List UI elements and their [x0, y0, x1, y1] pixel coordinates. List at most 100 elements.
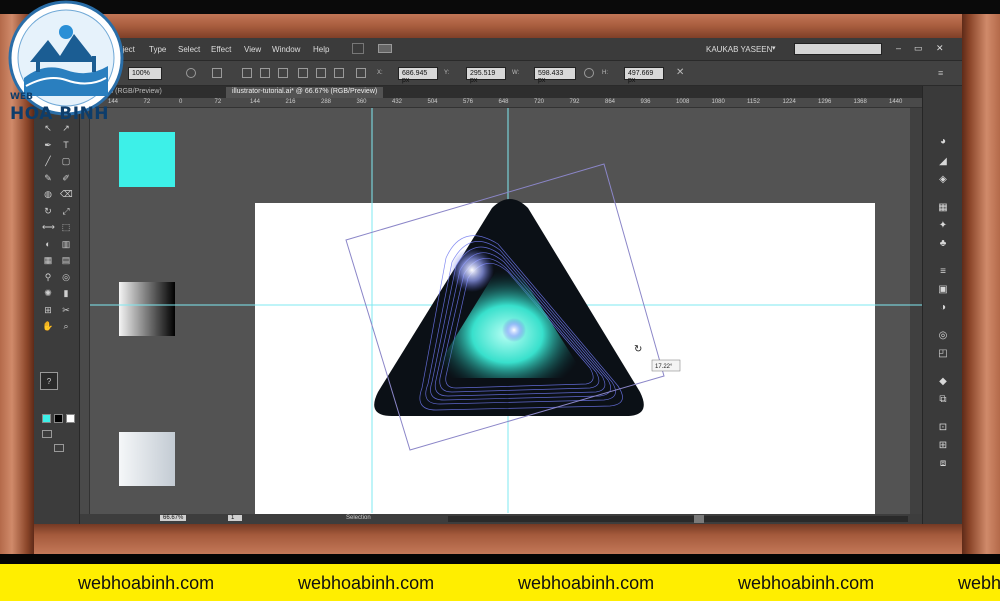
tools-panel: ↖ ↗ ✒ T ╱ ▢ ✎ ✐ ◍ ⌫ ↻ ⤢ ⟷ ⬚ ◐ ▥ ▦ ▤ ⚲ ◎ ✺ ▮ ⊞ ✂ ✋ ⌕? [34, 98, 80, 524]
menu-help[interactable]: Help [313, 45, 329, 54]
color-guide-icon[interactable]: ◢ [937, 156, 949, 168]
menu-select[interactable]: Select [178, 45, 200, 54]
fill-stroke-icon[interactable]: ? [40, 372, 58, 390]
eyedropper-icon[interactable]: ⚲ [42, 271, 54, 283]
ruler-tick-label: 360 [356, 99, 367, 105]
ruler-tick-label: 1440 [889, 99, 903, 105]
vertical-scrollbar[interactable] [910, 108, 922, 514]
minimize-button[interactable]: – [896, 43, 901, 53]
align-middle-icon[interactable] [316, 68, 326, 78]
symbols-icon[interactable]: ♣ [937, 238, 949, 250]
none-color-icon[interactable] [66, 414, 75, 423]
transparency-icon[interactable]: ◑ [937, 302, 949, 314]
eraser-icon[interactable]: ⌫ [60, 188, 73, 200]
align-bottom-icon[interactable] [334, 68, 344, 78]
gradient-panel-icon[interactable]: ▣ [937, 284, 949, 296]
pencil-icon[interactable]: ✐ [60, 172, 72, 184]
transform-panel-icon[interactable]: ⊞ [937, 440, 949, 452]
stroke-icon[interactable]: ≡ [937, 266, 949, 278]
pen-icon[interactable]: ✒ [42, 139, 54, 151]
scale-icon[interactable]: ⤢ [60, 205, 72, 217]
graphic-styles-icon[interactable]: ◎ [937, 330, 949, 342]
ruler-tick-label: 1368 [853, 99, 867, 105]
ruler-tick-label: 0 [179, 99, 183, 105]
vertical-ruler[interactable] [80, 108, 90, 514]
pathfinder-icon[interactable]: ⧈ [937, 458, 949, 470]
align-top-icon[interactable] [298, 68, 308, 78]
appearance-icon[interactable]: ◈ [937, 174, 949, 186]
chevron-down-icon[interactable]: ▾ [772, 44, 776, 52]
ruler-tick-label: 1296 [818, 99, 832, 105]
screen-mode-icon[interactable] [54, 444, 64, 452]
close-button[interactable]: ✕ [936, 43, 944, 54]
layers-icon[interactable]: ◆ [937, 376, 949, 388]
cyan-swatch[interactable] [119, 166, 175, 221]
shape-builder-icon[interactable]: ◐ [42, 238, 54, 250]
gradient-icon[interactable]: ▤ [60, 254, 72, 266]
ruler-tick-label: 1152 [747, 99, 760, 105]
artboard[interactable] [255, 203, 875, 524]
transform-icon[interactable] [356, 68, 366, 78]
menu-type[interactable]: Type [149, 45, 166, 54]
swatches-icon[interactable]: ▦ [937, 202, 949, 214]
gradient-swatch[interactable] [119, 320, 175, 375]
arrange-documents-button[interactable] [378, 44, 392, 53]
line-icon[interactable]: ╱ [42, 155, 54, 167]
artboard-icon[interactable]: ⊞ [42, 304, 54, 316]
scroll-thumb[interactable] [694, 515, 704, 523]
transform-options-icon[interactable]: ✕ [676, 68, 686, 78]
restore-button[interactable]: ▭ [914, 43, 923, 54]
ticker-item: webh [958, 573, 1000, 593]
width-field[interactable]: 598.433 px [534, 67, 576, 84]
horizontal-ruler[interactable]: 144 72 0 72 144 216 288 360 432 504 576 648 720 792 86… [80, 98, 938, 108]
opacity-field[interactable]: 100% [128, 67, 162, 80]
hand-icon[interactable]: ✋ [42, 320, 54, 332]
image-trace-icon[interactable]: ◰ [937, 348, 949, 360]
y-field[interactable]: 295.519 px [466, 67, 506, 84]
artboards-icon[interactable]: ⧉ [937, 394, 949, 406]
perspective-icon[interactable]: ▥ [60, 238, 72, 250]
canvas-workspace[interactable] [90, 108, 922, 524]
width-icon[interactable]: ⟷ [42, 221, 55, 233]
logo-text-web: WEB [10, 92, 33, 102]
menu-window[interactable]: Window [272, 45, 300, 54]
draw-mode-icon[interactable] [42, 430, 52, 438]
zoom-icon[interactable]: ⌕ [60, 320, 72, 332]
menu-effect[interactable]: Effect [211, 45, 231, 54]
mesh-icon[interactable]: ▦ [42, 254, 54, 266]
ruler-tick-label: 144 [250, 99, 261, 105]
brush-icon[interactable]: ✎ [42, 172, 54, 184]
blob-brush-icon[interactable]: ◍ [42, 188, 54, 200]
zoom-level[interactable]: 66.67% [160, 515, 187, 521]
fill-color-icon[interactable] [42, 414, 51, 423]
height-field[interactable]: 497.669 px [624, 67, 664, 84]
graph-icon[interactable]: ▮ [60, 287, 72, 299]
stroke-color-icon[interactable] [54, 414, 63, 423]
type-icon[interactable]: T [60, 139, 72, 151]
user-account[interactable]: KAUKAB YASEEN [706, 45, 772, 54]
search-input[interactable] [794, 43, 882, 55]
panel-menu-icon[interactable]: ≡ [938, 68, 948, 78]
tab-document-2[interactable]: illustrator-tutorial.ai* @ 66.67% (RGB/P… [226, 87, 384, 98]
artboard-number[interactable]: 1 [228, 515, 243, 521]
horizontal-scrollbar[interactable] [448, 516, 908, 522]
constrain-link-icon[interactable] [584, 68, 594, 78]
recolor-icon[interactable] [186, 68, 196, 78]
align-left-icon[interactable] [242, 68, 252, 78]
align-right-icon[interactable] [278, 68, 288, 78]
rotate-icon[interactable]: ↻ [42, 205, 54, 217]
align-center-icon[interactable] [260, 68, 270, 78]
x-field[interactable]: 686.945 px [398, 67, 438, 84]
rectangle-icon[interactable]: ▢ [60, 155, 72, 167]
bridge-button[interactable] [352, 43, 364, 54]
menu-view[interactable]: View [244, 45, 261, 54]
blend-icon[interactable]: ◎ [60, 271, 72, 283]
color-panel-icon[interactable]: ◕ [937, 136, 949, 148]
align-panel-icon[interactable]: ⊡ [937, 422, 949, 434]
align-icon[interactable] [212, 68, 222, 78]
free-transform-icon[interactable]: ⬚ [60, 221, 72, 233]
slice-icon[interactable]: ✂ [60, 304, 72, 316]
w-label: W: [512, 70, 520, 76]
symbol-sprayer-icon[interactable]: ✺ [42, 287, 54, 299]
brushes-icon[interactable]: ✦ [937, 220, 949, 232]
